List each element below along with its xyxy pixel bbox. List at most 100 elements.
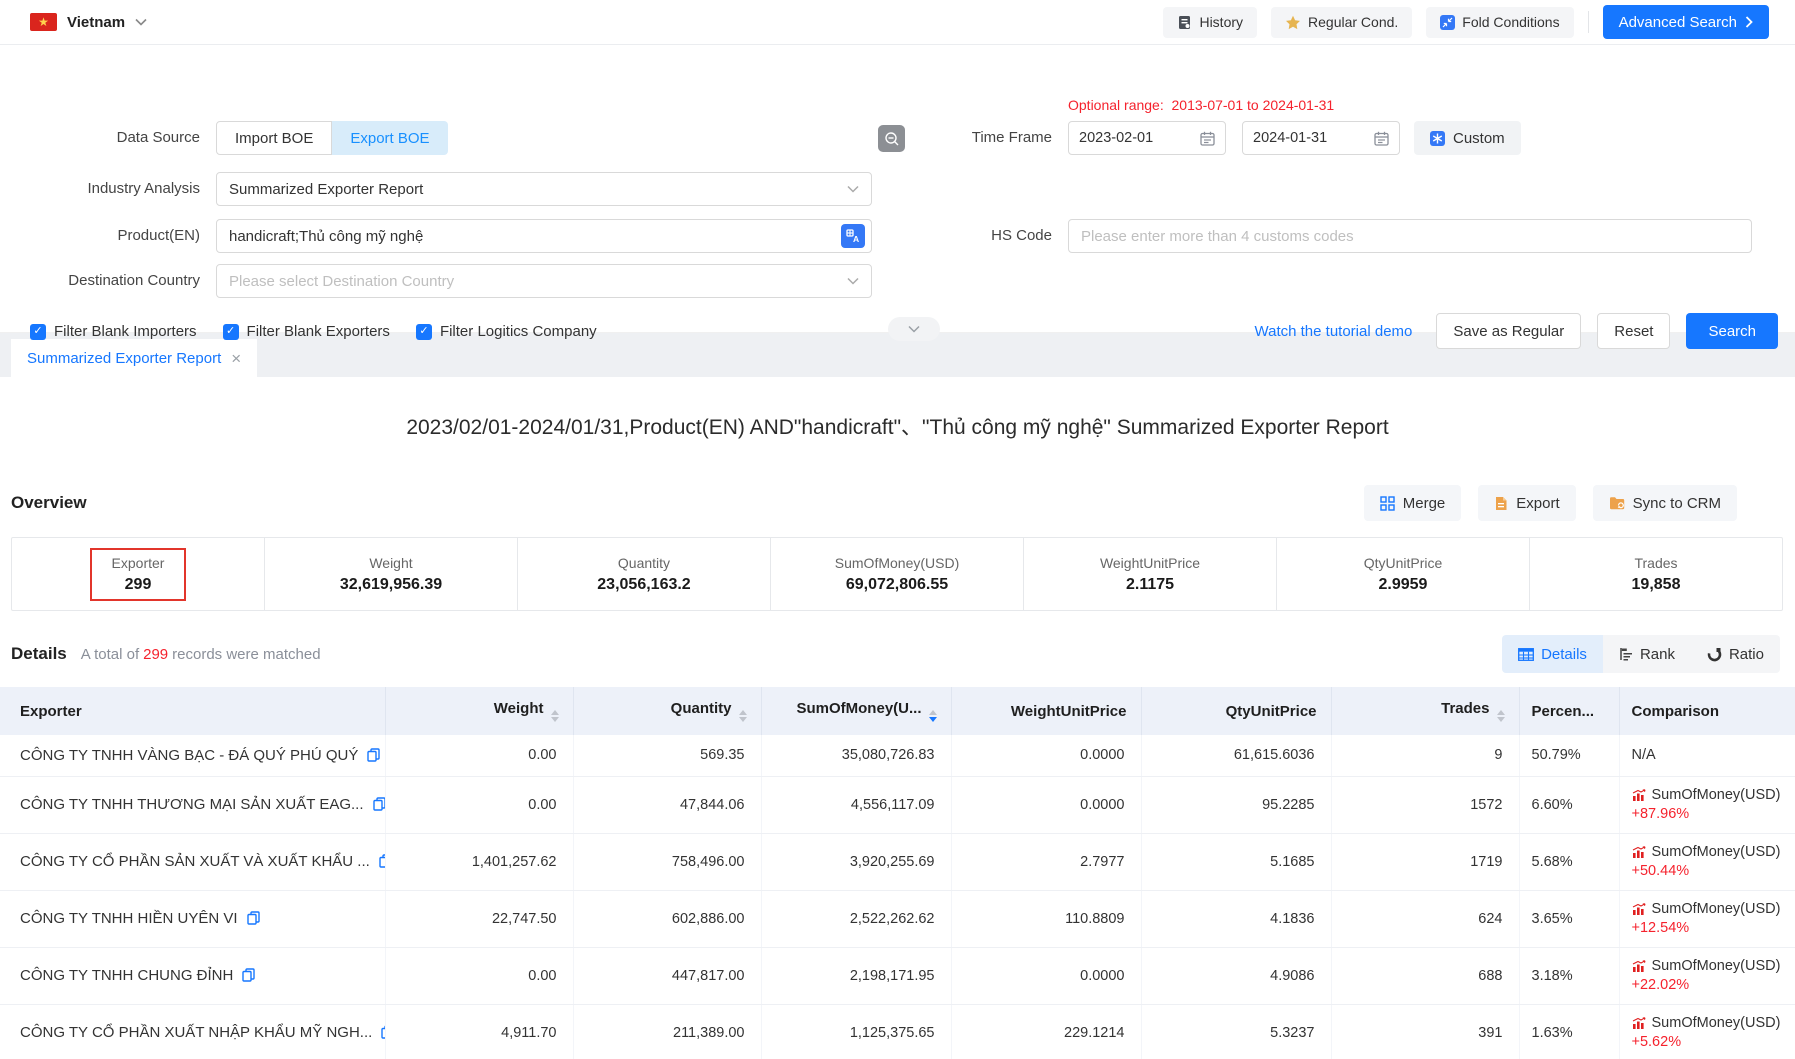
col-quantity[interactable]: Quantity [573, 687, 761, 735]
destination-country-select[interactable]: Please select Destination Country [216, 264, 872, 298]
export-label: Export [1516, 495, 1559, 512]
view-ratio-button[interactable]: Ratio [1691, 635, 1780, 673]
stat-value: 19,858 [1632, 576, 1681, 594]
chevron-right-icon [1745, 16, 1753, 28]
save-as-regular-button[interactable]: Save as Regular [1436, 313, 1581, 349]
trend-chart-icon [1632, 1017, 1646, 1030]
trades-cell: 1572 [1331, 776, 1519, 833]
view-details-button[interactable]: Details [1502, 635, 1603, 673]
copy-icon[interactable] [247, 911, 260, 925]
destination-country-placeholder: Please select Destination Country [229, 273, 847, 290]
view-rank-button[interactable]: Rank [1603, 635, 1691, 673]
col-trades[interactable]: Trades [1331, 687, 1519, 735]
stat-label: Weight [340, 555, 442, 571]
sort-icon[interactable] [551, 710, 559, 722]
hs-code-input[interactable] [1068, 219, 1752, 253]
stat-value: 2.9959 [1364, 576, 1443, 594]
view-toggle: Details Rank Ratio [1502, 635, 1780, 673]
industry-analysis-value: Summarized Exporter Report [229, 181, 847, 198]
history-icon [1177, 15, 1192, 30]
filter-blank-importers-checkbox[interactable]: ✓ Filter Blank Importers [30, 323, 197, 340]
fold-conditions-button[interactable]: Fold Conditions [1426, 7, 1573, 38]
export-boe-button[interactable]: Export BOE [332, 121, 447, 155]
search-button[interactable]: Search [1686, 313, 1778, 349]
tutorial-demo-link[interactable]: Watch the tutorial demo [1255, 323, 1413, 340]
advanced-search-button[interactable]: Advanced Search [1603, 5, 1769, 39]
sort-icon-active-desc[interactable] [929, 710, 937, 722]
stat-label: Trades [1632, 555, 1681, 571]
table-row: CÔNG TY CỔ PHẦN SẢN XUẤT VÀ XUẤT KHẨU ..… [0, 833, 1795, 890]
weight-cell: 0.00 [385, 947, 573, 1004]
quantity-cell: 211,389.00 [573, 1004, 761, 1059]
comparison-delta: +22.02% [1632, 977, 1782, 993]
table-row: CÔNG TY TNHH THƯƠNG MẠI SẢN XUẤT EAG... … [0, 776, 1795, 833]
trend-chart-icon [1632, 789, 1646, 802]
copy-icon[interactable] [367, 748, 380, 762]
filter-blank-exporters-checkbox[interactable]: ✓ Filter Blank Exporters [223, 323, 390, 340]
col-weight[interactable]: Weight [385, 687, 573, 735]
history-button[interactable]: History [1163, 7, 1257, 38]
filter-checkboxes: ✓ Filter Blank Importers ✓ Filter Blank … [30, 323, 597, 340]
copy-icon[interactable] [373, 797, 385, 811]
table-row: CÔNG TY TNHH VÀNG BẠC - ĐÁ QUÝ PHÚ QUÝ 0… [0, 735, 1795, 776]
rank-icon [1619, 647, 1633, 661]
quantity-cell: 47,844.06 [573, 776, 761, 833]
copy-icon[interactable] [242, 968, 255, 982]
sort-icon[interactable] [739, 710, 747, 722]
reset-button[interactable]: Reset [1597, 313, 1670, 349]
industry-analysis-select[interactable]: Summarized Exporter Report [216, 172, 872, 206]
stat-qty-unit-price: QtyUnitPrice 2.9959 [1276, 538, 1529, 610]
date-to-input[interactable]: 2024-01-31 [1242, 121, 1400, 155]
country-selector[interactable]: ★ Vietnam [30, 13, 147, 31]
collapse-conditions-button[interactable] [888, 317, 940, 341]
chevron-down-icon [847, 185, 859, 193]
copy-icon[interactable] [379, 854, 385, 868]
calendar-icon[interactable] [1374, 131, 1389, 146]
calendar-icon[interactable] [1200, 131, 1215, 146]
weight-unit-price-cell: 229.1214 [951, 1004, 1141, 1059]
trades-cell: 9 [1331, 735, 1519, 776]
export-button[interactable]: Export [1478, 485, 1575, 521]
overview-row: Overview Merge Export Sync to CRM [0, 483, 1795, 523]
overview-actions: Merge Export Sync to CRM [1364, 485, 1737, 521]
col-sum-of-money[interactable]: SumOfMoney(U... [761, 687, 951, 735]
copy-icon[interactable] [381, 1025, 385, 1039]
close-icon[interactable]: × [231, 350, 241, 367]
filter-logistics-company-checkbox[interactable]: ✓ Filter Logitics Company [416, 323, 597, 340]
page: ★ Vietnam History Regular Cond. Fold Con… [0, 0, 1795, 1059]
sync-to-crm-button[interactable]: Sync to CRM [1593, 485, 1737, 521]
trend-chart-icon [1632, 903, 1646, 916]
stat-value: 2.1175 [1100, 576, 1200, 594]
stat-value: 299 [112, 576, 165, 594]
exporter-name: CÔNG TY TNHH THƯƠNG MẠI SẢN XUẤT EAG... [20, 796, 364, 813]
checkbox-checked-icon: ✓ [223, 324, 239, 340]
comparison-metric: SumOfMoney(USD) [1652, 901, 1781, 917]
comparison-cell: SumOfMoney(USD) +5.62% [1619, 1004, 1795, 1059]
comparison-delta: +87.96% [1632, 806, 1782, 822]
matched-records-text: A total of299records were matched [81, 646, 321, 663]
product-en-input[interactable] [229, 228, 841, 245]
comparison-cell: SumOfMoney(USD) +22.02% [1619, 947, 1795, 1004]
date-from-input[interactable]: 2023-02-01 [1068, 121, 1226, 155]
sync-folder-icon [1609, 496, 1625, 510]
exclude-search-icon[interactable] [878, 125, 905, 152]
import-boe-button[interactable]: Import BOE [216, 121, 332, 155]
merge-icon [1380, 496, 1395, 511]
details-table: Exporter Weight Quantity SumOfMoney(U...… [0, 687, 1795, 1059]
destination-country-label: Destination Country [0, 264, 200, 298]
industry-analysis-label: Industry Analysis [0, 172, 200, 206]
tab-summarized-exporter-report[interactable]: Summarized Exporter Report × [11, 339, 257, 377]
merge-button[interactable]: Merge [1364, 485, 1462, 521]
sort-icon[interactable] [1497, 710, 1505, 722]
stat-weight-unit-price: WeightUnitPrice 2.1175 [1023, 538, 1276, 610]
weight-unit-price-cell: 0.0000 [951, 735, 1141, 776]
stat-sum-of-money: SumOfMoney(USD) 69,072,806.55 [770, 538, 1023, 610]
custom-range-button[interactable]: Custom [1414, 121, 1521, 155]
stat-exporter: Exporter 299 [12, 538, 264, 610]
regular-cond-label: Regular Cond. [1308, 14, 1398, 30]
qty-unit-price-cell: 5.3237 [1141, 1004, 1331, 1059]
advanced-search-label: Advanced Search [1619, 14, 1737, 31]
history-label: History [1199, 14, 1243, 30]
view-details-label: Details [1541, 646, 1587, 663]
regular-cond-button[interactable]: Regular Cond. [1271, 7, 1412, 38]
